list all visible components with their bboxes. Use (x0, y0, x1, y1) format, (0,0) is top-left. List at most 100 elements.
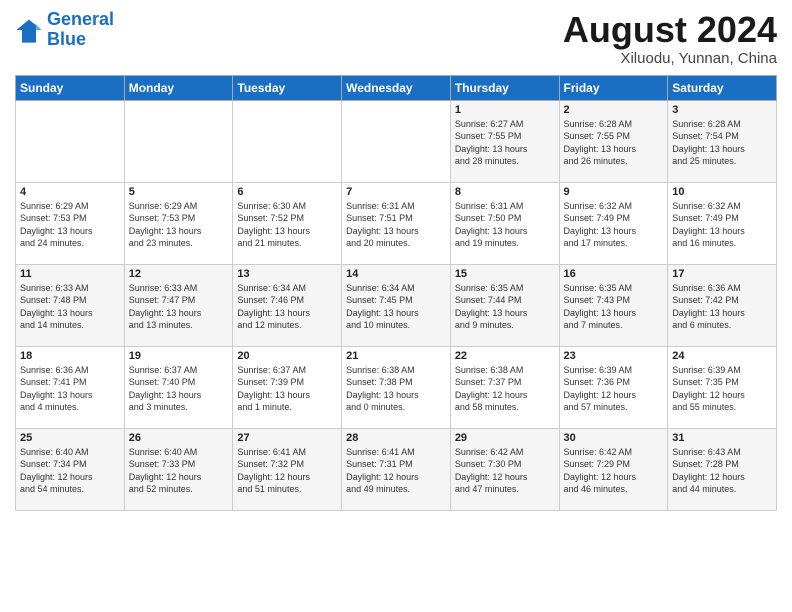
day-info: Sunrise: 6:28 AM Sunset: 7:54 PM Dayligh… (672, 118, 772, 168)
calendar-cell: 29Sunrise: 6:42 AM Sunset: 7:30 PM Dayli… (450, 428, 559, 510)
calendar-cell: 10 Sunrise: 6:32 AM Sunset: 7:49 PM Dayli… (668, 182, 777, 264)
day-number: 27 (237, 432, 337, 444)
calendar-cell: 8 Sunrise: 6:31 AM Sunset: 7:50 PM Daylig… (450, 182, 559, 264)
day-number: 19 (129, 350, 229, 362)
calendar-cell (233, 100, 342, 182)
calendar-cell: 31 Sunrise: 6:43 AM Sunset: 7:28 PM Dayli… (668, 428, 777, 510)
day-number: 9 (564, 186, 664, 198)
day-number: 2 (564, 104, 664, 116)
day-number: 4 (20, 186, 120, 198)
calendar-cell: 14 Sunrise: 6:34 AM Sunset: 7:45 PM Dayli… (342, 264, 451, 346)
day-number: 28 (346, 432, 446, 444)
calendar-cell (342, 100, 451, 182)
day-number: 24 (672, 350, 772, 362)
calendar: SundayMondayTuesdayWednesdayThursdayFrid… (15, 75, 777, 511)
day-number: 13 (237, 268, 337, 280)
day-number: 20 (237, 350, 337, 362)
day-info: Sunrise: 6:36 AM Sunset: 7:41 PM Dayligh… (20, 364, 120, 414)
calendar-cell (16, 100, 125, 182)
calendar-cell: 17Sunrise: 6:36 AM Sunset: 7:42 PM Dayli… (668, 264, 777, 346)
day-info: Sunrise: 6:33 AM Sunset: 7:48 PM Dayligh… (20, 282, 120, 332)
day-number: 25 (20, 432, 120, 444)
calendar-cell: 18 Sunrise: 6:36 AM Sunset: 7:41 PM Dayli… (16, 346, 125, 428)
calendar-cell: 23 Sunrise: 6:39 AM Sunset: 7:36 PM Dayli… (559, 346, 668, 428)
day-info: Sunrise: 6:41 AM Sunset: 7:32 PM Dayligh… (237, 446, 337, 496)
day-number: 1 (455, 104, 555, 116)
calendar-cell: 28 Sunrise: 6:41 AM Sunset: 7:31 PM Dayli… (342, 428, 451, 510)
day-info: Sunrise: 6:30 AM Sunset: 7:52 PM Dayligh… (237, 200, 337, 250)
calendar-header-row: SundayMondayTuesdayWednesdayThursdayFrid… (16, 75, 777, 100)
day-number: 5 (129, 186, 229, 198)
calendar-cell: 12 Sunrise: 6:33 AM Sunset: 7:47 PM Dayli… (124, 264, 233, 346)
day-info: Sunrise: 6:40 AM Sunset: 7:33 PM Dayligh… (129, 446, 229, 496)
day-number: 26 (129, 432, 229, 444)
day-number: 31 (672, 432, 772, 444)
calendar-week-1: 1 Sunrise: 6:27 AM Sunset: 7:55 PM Daylig… (16, 100, 777, 182)
day-info: Sunrise: 6:28 AM Sunset: 7:55 PM Dayligh… (564, 118, 664, 168)
day-info: Sunrise: 6:42 AM Sunset: 7:30 PM Dayligh… (455, 446, 555, 496)
day-info: Sunrise: 6:39 AM Sunset: 7:36 PM Dayligh… (564, 364, 664, 414)
calendar-cell: 5 Sunrise: 6:29 AM Sunset: 7:53 PM Daylig… (124, 182, 233, 264)
day-number: 7 (346, 186, 446, 198)
day-info: Sunrise: 6:32 AM Sunset: 7:49 PM Dayligh… (672, 200, 772, 250)
calendar-cell: 1 Sunrise: 6:27 AM Sunset: 7:55 PM Daylig… (450, 100, 559, 182)
day-number: 10 (672, 186, 772, 198)
day-info: Sunrise: 6:32 AM Sunset: 7:49 PM Dayligh… (564, 200, 664, 250)
calendar-cell: 9 Sunrise: 6:32 AM Sunset: 7:49 PM Daylig… (559, 182, 668, 264)
day-info: Sunrise: 6:42 AM Sunset: 7:29 PM Dayligh… (564, 446, 664, 496)
calendar-cell: 16 Sunrise: 6:35 AM Sunset: 7:43 PM Dayli… (559, 264, 668, 346)
logo-icon (15, 16, 43, 44)
header: General Blue August 2024 Xiluodu, Yunnan… (15, 10, 777, 67)
day-info: Sunrise: 6:35 AM Sunset: 7:44 PM Dayligh… (455, 282, 555, 332)
day-number: 21 (346, 350, 446, 362)
logo-general: General (47, 9, 114, 29)
day-info: Sunrise: 6:40 AM Sunset: 7:34 PM Dayligh… (20, 446, 120, 496)
day-info: Sunrise: 6:39 AM Sunset: 7:35 PM Dayligh… (672, 364, 772, 414)
day-info: Sunrise: 6:31 AM Sunset: 7:50 PM Dayligh… (455, 200, 555, 250)
day-info: Sunrise: 6:27 AM Sunset: 7:55 PM Dayligh… (455, 118, 555, 168)
calendar-cell: 26 Sunrise: 6:40 AM Sunset: 7:33 PM Dayli… (124, 428, 233, 510)
day-number: 16 (564, 268, 664, 280)
day-info: Sunrise: 6:33 AM Sunset: 7:47 PM Dayligh… (129, 282, 229, 332)
day-number: 17 (672, 268, 772, 280)
calendar-week-3: 11Sunrise: 6:33 AM Sunset: 7:48 PM Dayli… (16, 264, 777, 346)
calendar-header-thursday: Thursday (450, 75, 559, 100)
calendar-header-saturday: Saturday (668, 75, 777, 100)
calendar-cell (124, 100, 233, 182)
day-number: 14 (346, 268, 446, 280)
day-number: 30 (564, 432, 664, 444)
day-info: Sunrise: 6:34 AM Sunset: 7:46 PM Dayligh… (237, 282, 337, 332)
logo-text: General Blue (47, 10, 114, 50)
day-info: Sunrise: 6:35 AM Sunset: 7:43 PM Dayligh… (564, 282, 664, 332)
day-number: 12 (129, 268, 229, 280)
title-block: August 2024 Xiluodu, Yunnan, China (563, 10, 777, 67)
day-info: Sunrise: 6:43 AM Sunset: 7:28 PM Dayligh… (672, 446, 772, 496)
calendar-cell: 22Sunrise: 6:38 AM Sunset: 7:37 PM Dayli… (450, 346, 559, 428)
calendar-header-wednesday: Wednesday (342, 75, 451, 100)
day-info: Sunrise: 6:34 AM Sunset: 7:45 PM Dayligh… (346, 282, 446, 332)
day-number: 8 (455, 186, 555, 198)
day-info: Sunrise: 6:41 AM Sunset: 7:31 PM Dayligh… (346, 446, 446, 496)
day-number: 23 (564, 350, 664, 362)
location: Xiluodu, Yunnan, China (563, 50, 777, 67)
day-number: 6 (237, 186, 337, 198)
calendar-cell: 7 Sunrise: 6:31 AM Sunset: 7:51 PM Daylig… (342, 182, 451, 264)
day-number: 18 (20, 350, 120, 362)
calendar-header-friday: Friday (559, 75, 668, 100)
calendar-cell: 6 Sunrise: 6:30 AM Sunset: 7:52 PM Daylig… (233, 182, 342, 264)
calendar-cell: 25 Sunrise: 6:40 AM Sunset: 7:34 PM Dayli… (16, 428, 125, 510)
calendar-cell: 2 Sunrise: 6:28 AM Sunset: 7:55 PM Daylig… (559, 100, 668, 182)
calendar-cell: 11Sunrise: 6:33 AM Sunset: 7:48 PM Dayli… (16, 264, 125, 346)
calendar-cell: 15 Sunrise: 6:35 AM Sunset: 7:44 PM Dayli… (450, 264, 559, 346)
day-info: Sunrise: 6:38 AM Sunset: 7:38 PM Dayligh… (346, 364, 446, 414)
calendar-cell: 30 Sunrise: 6:42 AM Sunset: 7:29 PM Dayli… (559, 428, 668, 510)
day-info: Sunrise: 6:31 AM Sunset: 7:51 PM Dayligh… (346, 200, 446, 250)
calendar-week-4: 18 Sunrise: 6:36 AM Sunset: 7:41 PM Dayli… (16, 346, 777, 428)
day-number: 15 (455, 268, 555, 280)
calendar-header-tuesday: Tuesday (233, 75, 342, 100)
calendar-header-sunday: Sunday (16, 75, 125, 100)
day-info: Sunrise: 6:37 AM Sunset: 7:40 PM Dayligh… (129, 364, 229, 414)
day-info: Sunrise: 6:37 AM Sunset: 7:39 PM Dayligh… (237, 364, 337, 414)
calendar-cell: 3Sunrise: 6:28 AM Sunset: 7:54 PM Daylig… (668, 100, 777, 182)
day-info: Sunrise: 6:29 AM Sunset: 7:53 PM Dayligh… (129, 200, 229, 250)
